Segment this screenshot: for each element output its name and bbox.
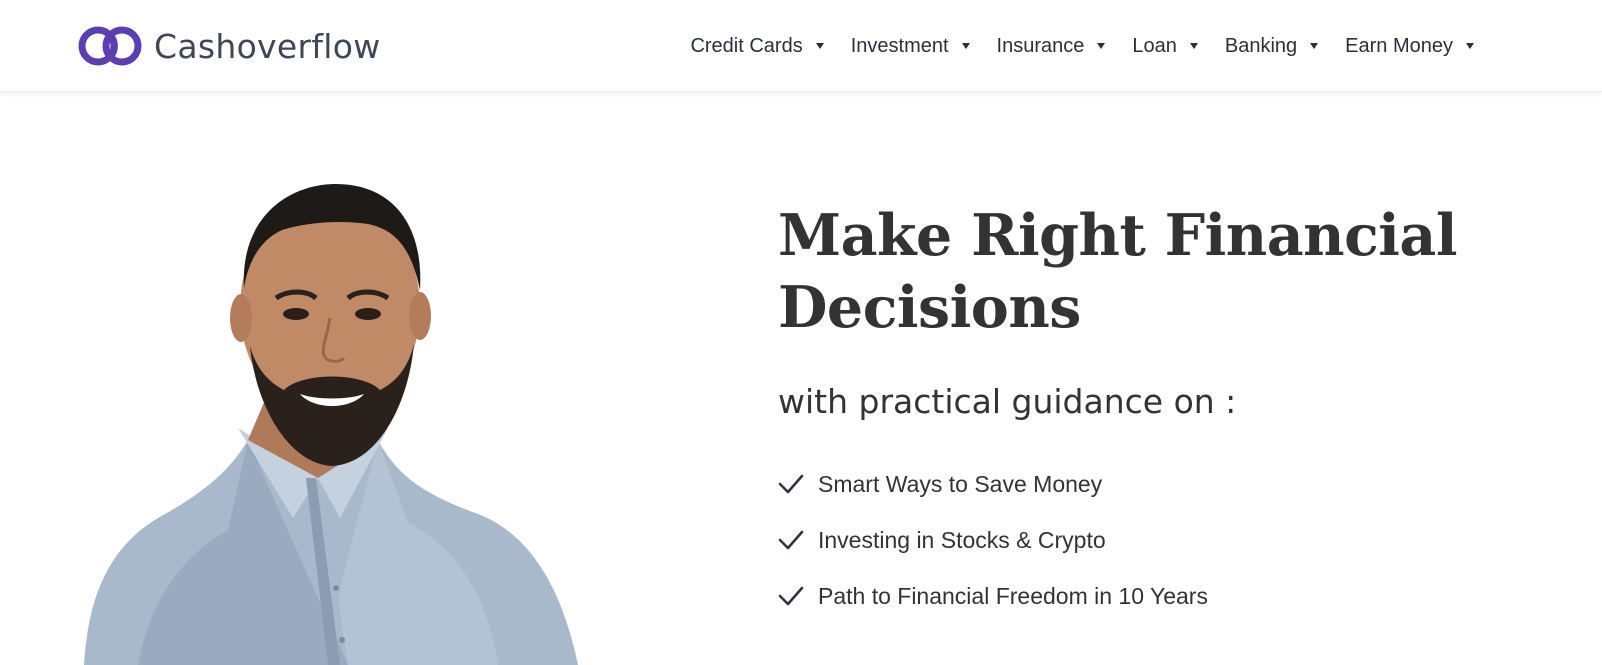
hero-portrait-photo [84, 184, 578, 665]
hero-title-line-2: Decisions [778, 274, 1081, 341]
hero-title: Make Right Financial Decisions [778, 200, 1478, 344]
checkmark-icon [778, 474, 804, 494]
benefit-item: Path to Financial Freedom in 10 Years [778, 576, 1208, 616]
benefit-text: Investing in Stocks & Crypto [818, 526, 1106, 553]
nav-label: Loan [1132, 34, 1177, 57]
brand-name: Cashoverflow [154, 26, 381, 66]
nav-label: Banking [1224, 34, 1298, 57]
chevron-down-icon [815, 43, 824, 49]
benefit-item: Smart Ways to Save Money [778, 464, 1208, 504]
nav-label: Insurance [996, 34, 1085, 57]
benefit-item: Investing in Stocks & Crypto [778, 520, 1208, 560]
nav-item-banking[interactable]: Banking [1224, 34, 1319, 58]
chevron-down-icon [1097, 43, 1106, 49]
chevron-down-icon [1189, 43, 1198, 49]
chevron-down-icon [1466, 43, 1474, 49]
nav-item-earn-money[interactable]: Earn Money [1345, 35, 1474, 58]
site-header: Cashoverflow Credit Cards Investment Ins… [0, 0, 1602, 92]
nav-label: Investment [850, 34, 949, 57]
nav-item-loan[interactable]: Loan [1132, 35, 1198, 58]
checkmark-icon [778, 586, 804, 606]
nav-label: Credit Cards [690, 34, 803, 57]
hero-title-line-1: Make Right Financial [778, 202, 1458, 269]
checkmark-icon [778, 530, 804, 550]
brand-logo[interactable]: Cashoverflow [78, 24, 381, 68]
benefits-list: Smart Ways to Save Money Investing in St… [778, 464, 1208, 632]
benefit-text: Smart Ways to Save Money [818, 470, 1103, 497]
hero-subtitle: with practical guidance on : [778, 382, 1237, 421]
nav-item-investment[interactable]: Investment [851, 35, 970, 58]
nav-item-insurance[interactable]: Insurance [997, 35, 1106, 58]
chevron-down-icon [1310, 43, 1319, 49]
chevron-down-icon [961, 43, 970, 49]
interlocked-rings-logo-icon [78, 26, 142, 66]
nav-label: Earn Money [1345, 34, 1453, 57]
benefit-text: Path to Financial Freedom in 10 Years [818, 582, 1208, 609]
nav-item-credit-cards[interactable]: Credit Cards [690, 34, 824, 58]
main-nav: Credit Cards Investment Insurance Loan B… [690, 28, 1474, 64]
